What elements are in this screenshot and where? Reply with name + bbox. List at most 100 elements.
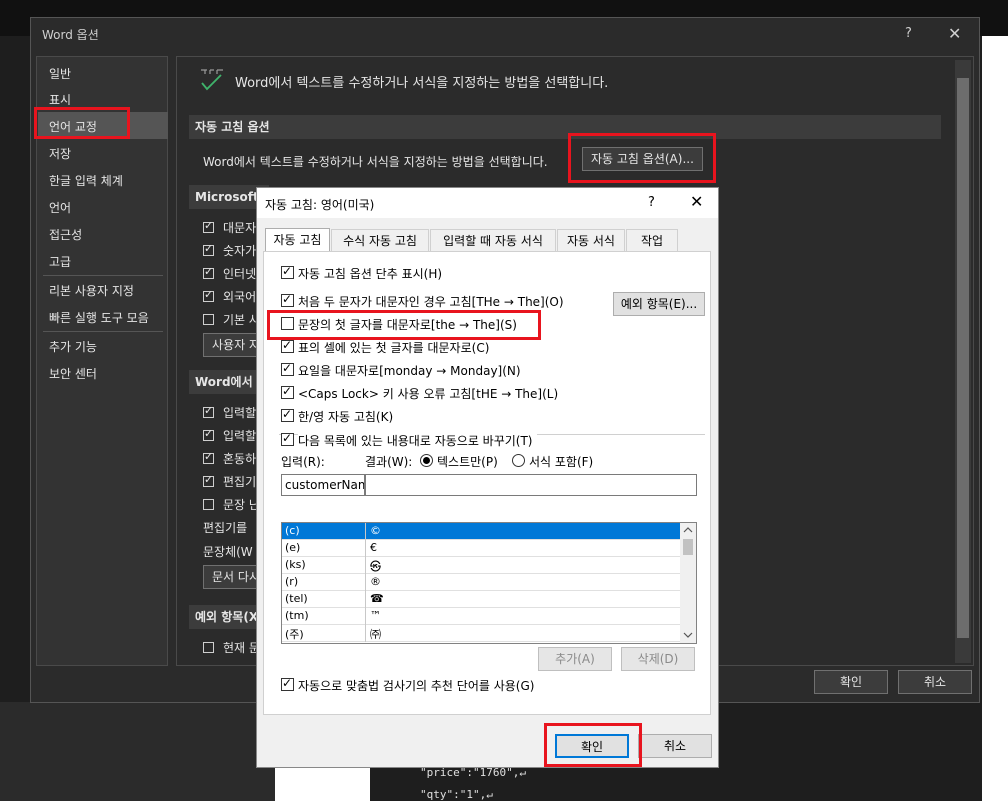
nav-highlight-box [34, 107, 130, 139]
caps-lock-label: <Caps Lock> 키 사용 오류 고침[tHE → The](L) [298, 387, 559, 401]
scroll-arrows-icon [683, 527, 693, 638]
options-cancel-button[interactable]: 취소 [898, 670, 972, 694]
korean-english-checkbox[interactable] [281, 407, 294, 422]
list-item[interactable]: (e) € [282, 540, 680, 557]
exceptions-button[interactable]: 예외 항목(E)... [613, 292, 705, 316]
capitalize-table-cells-checkbox[interactable] [281, 338, 294, 353]
scrollbar-thumb[interactable] [957, 78, 969, 638]
list-item[interactable]: (ks) ㉿ [282, 557, 680, 574]
word-option-label: 입력할 [223, 429, 257, 443]
help-button[interactable]: ? [905, 26, 912, 41]
tab-autoformat-as-you-type[interactable]: 입력할 때 자동 서식 [430, 229, 556, 251]
list-item[interactable]: (r) ® [282, 574, 680, 591]
tab-autocorrect[interactable]: 자동 고침 [265, 228, 330, 252]
nav-item-accessibility[interactable]: 접근성 [49, 226, 82, 243]
capitalize-days-checkbox[interactable] [281, 361, 294, 376]
ms-option-checkbox[interactable] [203, 219, 214, 233]
code-line: "qty":"1",↵ [420, 788, 493, 801]
spell-suggestion-label: 자동으로 맞춤법 검사기의 추천 단어를 사용(G) [298, 679, 535, 693]
result-label: 결과(W): [365, 455, 413, 469]
nav-item-general[interactable]: 일반 [49, 65, 71, 82]
close-icon[interactable]: ✕ [948, 24, 961, 43]
list-item[interactable]: (c) © [282, 523, 680, 540]
entry-to: ㉿ [370, 560, 381, 573]
replace-input-field[interactable]: customerName [281, 474, 365, 496]
column-divider [365, 608, 366, 625]
column-divider [365, 591, 366, 608]
entry-to: ™ [370, 609, 381, 622]
entry-from: (e) [285, 541, 301, 554]
add-button[interactable]: 추가(A) [538, 647, 612, 671]
nav-item-customize-ribbon[interactable]: 리본 사용자 지정 [49, 282, 134, 299]
entry-to: € [370, 541, 377, 554]
capitalize-table-cells-label: 표의 셀에 있는 첫 글자를 대문자로(C) [298, 341, 490, 355]
nav-item-trust-center[interactable]: 보안 센터 [49, 365, 97, 382]
entry-from: (tm) [285, 609, 309, 622]
capitalize-option-highlight-box [267, 310, 541, 340]
caps-lock-checkbox[interactable] [281, 384, 294, 399]
background-document-edge [982, 36, 1008, 801]
tab-math-autocorrect[interactable]: 수식 자동 고침 [331, 229, 429, 251]
dialog-cancel-button[interactable]: 취소 [638, 734, 712, 758]
ms-option-label: 인터넷 [223, 267, 257, 281]
options-ok-button[interactable]: 확인 [814, 670, 888, 694]
nav-item-advanced[interactable]: 고급 [49, 253, 71, 270]
spell-suggestion-checkbox[interactable] [281, 676, 294, 691]
nav-item-display[interactable]: 표시 [49, 91, 71, 108]
list-item[interactable]: (주) ㈜ [282, 625, 680, 642]
recheck-document-button[interactable]: 문서 다시 [203, 565, 259, 589]
nav-separator [43, 275, 163, 276]
list-item[interactable]: (tel) ☎ [282, 591, 680, 608]
ms-option-checkbox[interactable] [203, 314, 214, 325]
nav-item-language[interactable]: 언어 [49, 199, 71, 216]
plain-text-label: 텍스트만(P) [437, 455, 498, 469]
column-divider [365, 625, 366, 642]
nav-item-save[interactable]: 저장 [49, 145, 71, 162]
word-option-checkbox[interactable] [203, 473, 214, 487]
ms-option-label: 외국어 [223, 290, 257, 304]
autocorrect-entries-list[interactable]: (c) © (e) € (ks) ㉿ (r) ® (tel) ☎ (tm) ™ (주) ㈜ [281, 522, 697, 644]
column-divider [365, 557, 366, 574]
nav-item-addins[interactable]: 추가 기능 [49, 338, 97, 355]
dialog-help-button[interactable]: ? [648, 195, 655, 210]
ms-option-checkbox[interactable] [203, 288, 214, 302]
column-divider [365, 574, 366, 591]
custom-dictionary-button[interactable]: 사용자 지 [203, 333, 259, 357]
options-nav: 일반 표시 언어 교정 저장 한글 입력 체계 언어 접근성 고급 리본 사용자… [36, 56, 168, 666]
entry-to: ㈜ [370, 628, 381, 641]
entry-to: © [370, 524, 381, 537]
replace-text-checkbox[interactable] [281, 431, 294, 446]
list-item[interactable]: (tm) ™ [282, 608, 680, 625]
ms-option-checkbox[interactable] [203, 265, 214, 279]
word-option-checkbox[interactable] [203, 450, 214, 464]
options-scrollbar[interactable] [955, 60, 971, 663]
with-input-field[interactable] [365, 474, 697, 496]
entry-from: (ks) [285, 558, 306, 571]
word-option-checkbox[interactable] [203, 404, 214, 418]
entry-from: (c) [285, 524, 300, 537]
korean-english-label: 한/영 자동 고침(K) [298, 410, 394, 424]
exceptions-checkbox[interactable] [203, 642, 214, 653]
nav-item-korean-input[interactable]: 한글 입력 체계 [49, 172, 123, 189]
section-autocorrect: 자동 고침 옵션 [189, 115, 941, 139]
tab-autoformat[interactable]: 자동 서식 [557, 229, 625, 251]
delete-button[interactable]: 삭제(D) [621, 647, 695, 671]
two-initial-caps-label: 처음 두 문자가 대문자인 경우 고침[THe → The](O) [298, 295, 564, 309]
ms-option-label: 숫자가 [223, 244, 257, 258]
show-buttons-checkbox[interactable] [281, 264, 294, 279]
word-option-label: 문장 난 [223, 498, 260, 512]
word-option-label: 입력할 [223, 406, 257, 420]
dialog-close-icon[interactable]: ✕ [690, 192, 703, 211]
tab-actions[interactable]: 작업 [626, 229, 678, 251]
formatted-text-radio[interactable] [512, 454, 525, 467]
dialog-title: 자동 고침: 영어(미국) [265, 198, 375, 212]
nav-item-quick-access[interactable]: 빠른 실행 도구 모음 [49, 309, 149, 326]
list-scrollbar[interactable] [680, 523, 696, 643]
entry-from: (r) [285, 575, 299, 588]
two-initial-caps-checkbox[interactable] [281, 292, 294, 307]
plain-text-radio[interactable] [420, 454, 433, 467]
word-option-checkbox[interactable] [203, 427, 214, 441]
entry-from: (tel) [285, 592, 308, 605]
word-option-checkbox[interactable] [203, 499, 214, 510]
ms-option-checkbox[interactable] [203, 242, 214, 256]
